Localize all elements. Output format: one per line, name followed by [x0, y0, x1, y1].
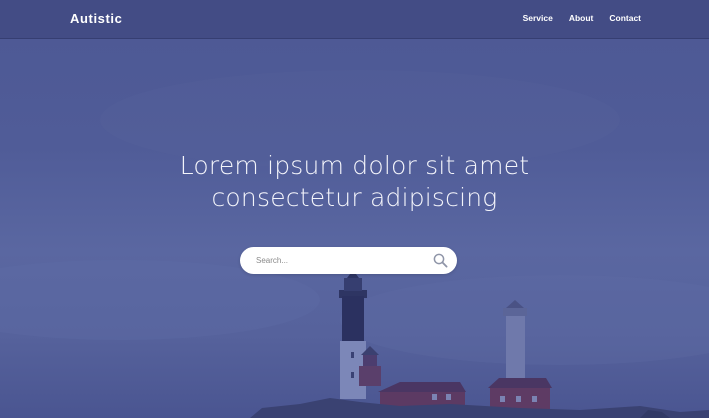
brand-logo[interactable]: Autistic — [70, 11, 122, 26]
island — [250, 398, 709, 418]
nav-link-contact[interactable]: Contact — [609, 13, 641, 23]
right-lighthouse — [503, 300, 527, 382]
hero-headline: Lorem ipsum dolor sit amet consectetur a… — [0, 150, 709, 214]
nav-menu: Service About Contact — [523, 13, 641, 23]
search-input[interactable] — [256, 252, 426, 269]
hero-headline-line-2: consectetur adipiscing — [211, 183, 498, 212]
nav-link-service[interactable]: Service — [523, 13, 553, 23]
search-icon[interactable] — [433, 253, 448, 268]
search-bar — [240, 247, 457, 274]
top-navbar: Autistic Service About Contact — [0, 0, 709, 39]
nav-link-about[interactable]: About — [569, 13, 594, 23]
hero-headline-line-1: Lorem ipsum dolor sit amet — [179, 151, 530, 180]
